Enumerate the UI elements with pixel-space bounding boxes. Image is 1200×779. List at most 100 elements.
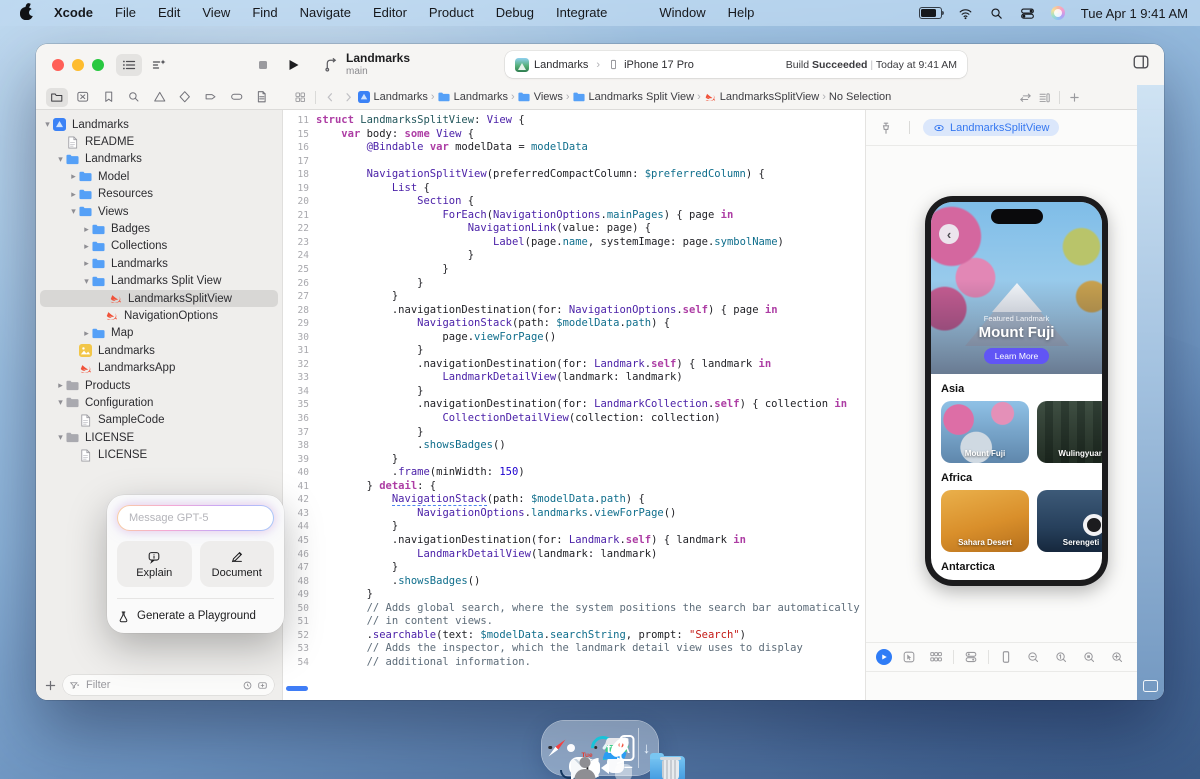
close-button[interactable] <box>52 59 64 71</box>
breadcrumb-item[interactable]: Landmarks <box>358 91 428 103</box>
disclosure-icon[interactable]: ▾ <box>55 432 66 443</box>
code-line-28[interactable]: 28 .navigationDestination(for: Navigatio… <box>283 304 865 318</box>
inspector-toggle-button[interactable] <box>1132 53 1150 76</box>
recents-clock-icon[interactable] <box>242 680 253 691</box>
navigator-tab-bookmark[interactable] <box>97 88 119 107</box>
back-icon[interactable] <box>324 91 337 104</box>
code-line-26[interactable]: 26 } <box>283 277 865 291</box>
navigator-tab-reports[interactable] <box>251 88 273 107</box>
tree-item-model[interactable]: ▸Model <box>36 168 282 185</box>
tree-item-configuration[interactable]: ▾Configuration <box>36 394 282 411</box>
code-line-41[interactable]: 41 } detail: { <box>283 480 865 494</box>
menu-item-find[interactable]: Find <box>241 0 288 26</box>
source-control-filter-icon[interactable] <box>257 680 268 691</box>
code-line-16[interactable]: 16 @Bindable var modelData = modelData <box>283 141 865 155</box>
menu-item-help[interactable]: Help <box>717 0 766 26</box>
zoom-button[interactable] <box>92 59 104 71</box>
forward-icon[interactable] <box>342 91 355 104</box>
code-line-30[interactable]: 30 page.viewForPage() <box>283 331 865 345</box>
apple-logo-icon[interactable] <box>20 7 33 20</box>
navigator-tab-breakpoints[interactable] <box>200 88 222 107</box>
scheme-pill[interactable]: Landmarks › iPhone 17 Pro Build Succeede… <box>505 51 967 78</box>
preview-screen[interactable]: ‹ Featured Landmark Mount Fuji Learn Mor… <box>931 202 1102 580</box>
learn-more-button[interactable]: Learn More <box>984 348 1049 364</box>
navigator-tab-find[interactable] <box>123 88 145 107</box>
tree-item-landmarkssplitview[interactable]: LandmarksSplitView <box>40 290 278 307</box>
menu-item-navigate[interactable]: Navigate <box>289 0 362 26</box>
tree-item-resources[interactable]: ▸Resources <box>36 186 282 203</box>
related-items-icon[interactable] <box>294 91 307 104</box>
code-line-52[interactable]: 52 .searchable(text: $modelData.searchSt… <box>283 629 865 643</box>
navigator-toggle-button[interactable] <box>116 54 142 76</box>
code-line-47[interactable]: 47 } <box>283 561 865 575</box>
generate-playground-button[interactable]: Generate a Playground <box>117 598 274 633</box>
breadcrumb-item[interactable]: Landmarks <box>438 91 508 103</box>
tree-item-samplecode[interactable]: SampleCode <box>36 412 282 429</box>
stop-button[interactable] <box>250 54 276 76</box>
code-line-22[interactable]: 22 NavigationLink(value: page) { <box>283 222 865 236</box>
tree-item-views[interactable]: ▾Views <box>36 203 282 220</box>
menu-bar-clock[interactable]: Tue Apr 1 9:41 AM <box>1081 6 1188 21</box>
code-line-44[interactable]: 44 } <box>283 520 865 534</box>
landmark-card-wulingyuan[interactable]: Wulingyuan <box>1037 401 1102 463</box>
code-line-11[interactable]: 11struct LandmarksSplitView: View { <box>283 114 865 128</box>
breadcrumb-item[interactable]: No Selection <box>829 91 891 103</box>
minimize-button[interactable] <box>72 59 84 71</box>
menu-item-file[interactable]: File <box>104 0 147 26</box>
disclosure-icon[interactable]: ▸ <box>68 171 79 182</box>
device-settings-icon[interactable] <box>964 650 978 664</box>
landmark-card-mount-fuji[interactable]: Mount Fuji <box>941 401 1029 463</box>
status-wifi-icon[interactable] <box>958 6 973 21</box>
build-status[interactable]: Build Succeeded | Today at 9:41 AM <box>786 59 957 71</box>
code-line-18[interactable]: 18 NavigationSplitView(preferredCompactC… <box>283 168 865 182</box>
run-destination[interactable]: iPhone 17 Pro <box>624 59 694 71</box>
menu-item-view[interactable]: View <box>191 0 241 26</box>
breadcrumb-item[interactable]: Landmarks Split View <box>573 91 695 103</box>
code-line-35[interactable]: 35 .navigationDestination(for: LandmarkC… <box>283 398 865 412</box>
code-line-15[interactable]: 15 var body: some View { <box>283 128 865 142</box>
status-control-center-icon[interactable] <box>1020 6 1035 21</box>
code-line-36[interactable]: 36 CollectionDetailView(collection: coll… <box>283 412 865 426</box>
code-line-38[interactable]: 38 .showsBadges() <box>283 439 865 453</box>
disclosure-icon[interactable]: ▸ <box>81 258 92 269</box>
scheme-name[interactable]: Landmarks <box>534 59 588 71</box>
code-line-49[interactable]: 49 } <box>283 588 865 602</box>
project-status-block[interactable]: Landmarks main <box>324 52 410 76</box>
disclosure-icon[interactable]: ▸ <box>81 241 92 252</box>
tree-item-map[interactable]: ▸Map <box>36 325 282 342</box>
iphone-preview[interactable]: ‹ Featured Landmark Mount Fuji Learn Mor… <box>925 196 1108 586</box>
preview-device-icon[interactable] <box>999 650 1013 664</box>
code-line-51[interactable]: 51 // in content views. <box>283 615 865 629</box>
back-chevron-icon[interactable]: ‹ <box>939 224 959 244</box>
filter-input[interactable] <box>84 678 238 692</box>
code-line-24[interactable]: 24 } <box>283 249 865 263</box>
tree-item-license[interactable]: ▾LICENSE <box>36 429 282 446</box>
assistant-message-input[interactable] <box>117 505 274 531</box>
add-file-icon[interactable] <box>44 679 57 692</box>
code-line-20[interactable]: 20 Section { <box>283 195 865 209</box>
code-line-29[interactable]: 29 NavigationStack(path: $modelData.path… <box>283 317 865 331</box>
menu-item-editor[interactable]: Editor <box>362 0 418 26</box>
breadcrumb-item[interactable]: Views <box>518 91 563 103</box>
disclosure-icon[interactable]: ▸ <box>81 224 92 235</box>
tree-item-landmarks[interactable]: ▾Landmarks <box>36 151 282 168</box>
disclosure-icon[interactable]: ▾ <box>55 397 66 408</box>
disclosure-icon[interactable]: ▾ <box>81 276 92 287</box>
navigator-tab-recent[interactable] <box>72 88 94 107</box>
minimap-icon[interactable] <box>1038 91 1051 104</box>
zoom-100-icon[interactable] <box>1054 650 1068 664</box>
tree-item-landmarks[interactable]: ▸Landmarks <box>36 255 282 272</box>
filter-field[interactable] <box>63 675 274 695</box>
tree-item-landmarks[interactable]: ▾Landmarks <box>36 116 282 133</box>
status-assistant-icon[interactable] <box>1051 6 1065 20</box>
code-line-37[interactable]: 37 } <box>283 426 865 440</box>
menu-item-window[interactable]: Window <box>648 0 716 26</box>
code-line-43[interactable]: 43 NavigationOptions.landmarks.viewForPa… <box>283 507 865 521</box>
code-line-54[interactable]: 54 // additional information. <box>283 656 865 670</box>
code-line-46[interactable]: 46 LandmarkDetailView(landmark: landmark… <box>283 548 865 562</box>
navigator-tab-debug[interactable] <box>225 88 247 107</box>
tree-item-products[interactable]: ▸Products <box>36 377 282 394</box>
breadcrumb-item[interactable]: LandmarksSplitView <box>704 91 819 103</box>
featured-landmark-hero[interactable]: ‹ Featured Landmark Mount Fuji Learn Mor… <box>931 202 1102 374</box>
code-line-19[interactable]: 19 List { <box>283 182 865 196</box>
